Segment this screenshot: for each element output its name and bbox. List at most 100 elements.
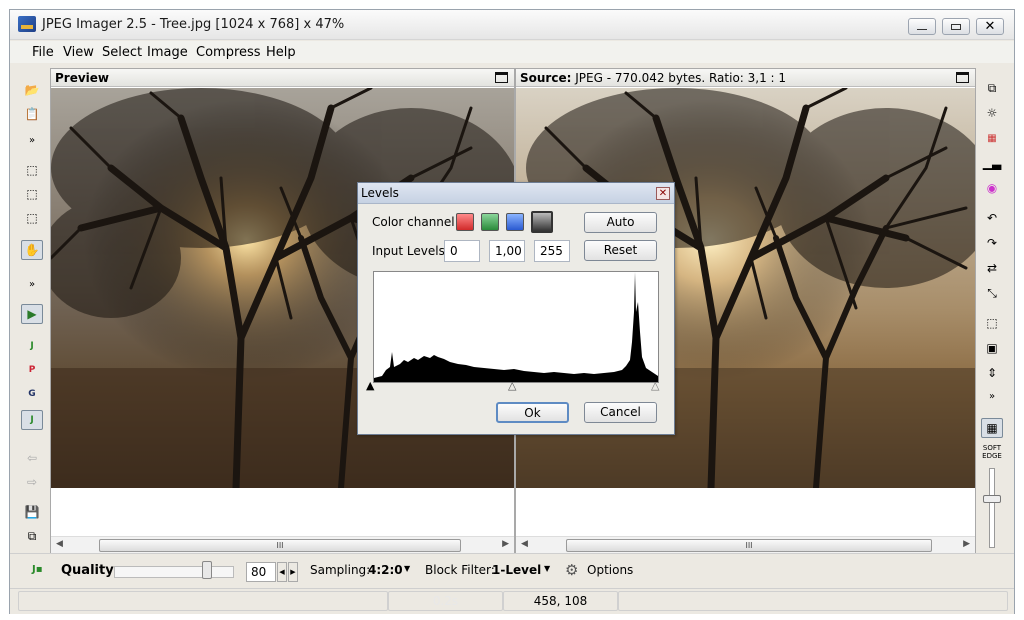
ok-button[interactable]: Ok [496, 402, 569, 423]
source-info: JPEG - 770.042 bytes. Ratio: 3,1 : 1 [575, 71, 787, 85]
quality-increase-icon[interactable]: ▶ [288, 562, 298, 582]
reset-button[interactable]: Reset [584, 240, 657, 261]
select-add-icon[interactable]: ⬚ [21, 184, 43, 204]
rotate-left-icon[interactable]: ↶ [981, 208, 1003, 228]
quality-slider-thumb[interactable] [202, 561, 212, 579]
status-bar: 0.2s 458, 108 [10, 588, 1014, 614]
flip-icon[interactable]: ⇄ [981, 258, 1003, 278]
window-title: JPEG Imager 2.5 - Tree.jpg [1024 x 768] … [42, 17, 345, 32]
maximize-pane-icon[interactable] [495, 72, 508, 83]
white-point-slider-icon[interactable]: △ [651, 379, 659, 392]
soft-edge-slider-track[interactable] [989, 468, 995, 548]
minimize-button[interactable] [908, 18, 936, 35]
back-icon[interactable]: ⇦ [21, 448, 43, 468]
select-subtract-icon[interactable]: ⬚ [21, 208, 43, 228]
status-cell [618, 591, 1008, 611]
preview-header: Preview [51, 69, 514, 87]
quality-input[interactable]: 80 [246, 562, 276, 582]
rotate-right-icon[interactable]: ↷ [981, 233, 1003, 253]
quality-label: Quality [61, 563, 114, 578]
fit-icon[interactable]: ⇕ [981, 363, 1003, 383]
black-point-slider-icon[interactable]: ▲ [366, 379, 374, 392]
maximize-button[interactable] [942, 18, 970, 35]
cancel-button[interactable]: Cancel [584, 402, 657, 423]
copy-icon[interactable]: ⧉ [21, 526, 43, 546]
chevron-down-icon[interactable]: ▼ [404, 564, 410, 573]
close-button[interactable]: ✕ [976, 18, 1004, 35]
app-window: JPEG Imager 2.5 - Tree.jpg [1024 x 768] … [9, 9, 1015, 614]
options-button[interactable]: Options [587, 563, 633, 577]
compress-preview-icon[interactable]: ▶ [21, 304, 43, 324]
scroll-right-icon[interactable]: ▶ [963, 539, 970, 549]
resize-icon[interactable]: ⤡ [981, 283, 1003, 303]
export-icon[interactable]: 💾 [21, 502, 43, 522]
color-balance-icon[interactable]: ▦ [981, 128, 1003, 148]
input-levels-label: Input Levels [372, 244, 445, 258]
input-black-field[interactable]: 0 [444, 240, 480, 262]
menu-file[interactable]: File [32, 45, 54, 60]
levels-dialog: Levels ✕ Color channel Auto Input Levels… [357, 182, 675, 435]
quality-decrease-icon[interactable]: ◀ [277, 562, 287, 582]
copy-image-icon[interactable]: ⧉ [981, 78, 1003, 98]
input-gamma-field[interactable]: 1,00 [489, 240, 525, 262]
block-filter-select[interactable]: 1-Level [492, 563, 541, 577]
scroll-thumb[interactable]: III [99, 539, 461, 552]
gear-icon[interactable]: ⚙ [565, 561, 578, 579]
close-icon[interactable]: ✕ [656, 187, 670, 200]
chevron-down-icon[interactable]: » [21, 130, 43, 150]
preview-horizontal-scrollbar[interactable]: ◀ III ▶ [51, 536, 514, 553]
scroll-right-icon[interactable]: ▶ [502, 539, 509, 549]
maximize-pane-icon[interactable] [956, 72, 969, 83]
open-folder-icon[interactable]: 📂 [21, 80, 43, 100]
sampling-label: Sampling: [310, 563, 371, 577]
soft-edge-icon[interactable]: ▦ [981, 418, 1003, 438]
menu-select[interactable]: Select [102, 45, 142, 60]
status-time: 0.2s [388, 591, 503, 611]
menu-bar: File View Select Image Compress Help [10, 41, 1014, 63]
image-icon[interactable]: ▣ [981, 338, 1003, 358]
select-arrow-icon[interactable]: ⬚ [21, 160, 43, 180]
scroll-left-icon[interactable]: ◀ [56, 539, 63, 549]
quality-slider-track[interactable] [114, 566, 234, 578]
histogram [373, 271, 659, 383]
preview-label: Preview [55, 71, 110, 85]
sampling-select[interactable]: 4:2:0 [368, 563, 403, 577]
left-toolbar: 📂 📋 » ⬚ ⬚ ⬚ ✋ » ▶ J P G J ⇦ ⇨ 💾 ⧉ [17, 68, 49, 556]
source-horizontal-scrollbar[interactable]: ◀ III ▶ [516, 536, 975, 553]
chevron-down-icon[interactable]: ▼ [544, 564, 550, 573]
gamma-slider-icon[interactable]: △ [508, 379, 516, 392]
scroll-thumb[interactable]: III [566, 539, 932, 552]
forward-icon[interactable]: ⇨ [21, 472, 43, 492]
green-channel-button[interactable] [481, 213, 499, 231]
red-channel-button[interactable] [456, 213, 474, 231]
color-wheel-icon[interactable]: ◉ [981, 178, 1003, 198]
auto-button[interactable]: Auto [584, 212, 657, 233]
menu-help[interactable]: Help [266, 45, 296, 60]
soft-edge-label: SOFT EDGE [982, 444, 1002, 460]
blue-channel-button[interactable] [506, 213, 524, 231]
scroll-left-icon[interactable]: ◀ [521, 539, 528, 549]
jpeg-quality-icon[interactable]: J [21, 410, 43, 430]
hand-tool-icon[interactable]: ✋ [21, 240, 43, 260]
status-cell [18, 591, 388, 611]
menu-view[interactable]: View [63, 45, 94, 60]
color-channel-label: Color channel [372, 215, 455, 229]
crop-icon[interactable]: ⬚ [981, 313, 1003, 333]
menu-image[interactable]: Image [147, 45, 188, 60]
menu-compress[interactable]: Compress [196, 45, 261, 60]
brightness-icon[interactable]: ☼ [981, 103, 1003, 123]
jpeg-quality-icon: J▪ [32, 564, 43, 575]
soft-edge-slider-thumb[interactable] [983, 495, 1001, 503]
chevron-down-icon[interactable]: » [21, 274, 43, 294]
gif-icon[interactable]: G [21, 384, 43, 404]
png-icon[interactable]: P [21, 360, 43, 380]
jpeg-icon[interactable]: J [21, 336, 43, 356]
rgb-channel-button[interactable] [531, 211, 553, 233]
input-white-field[interactable]: 255 [534, 240, 570, 262]
source-header: Source: JPEG - 770.042 bytes. Ratio: 3,1… [516, 69, 975, 87]
chevron-down-icon[interactable]: » [981, 386, 1003, 406]
compress-bar: J▪ Quality 80 ◀ ▶ Sampling: 4:2:0 ▼ Bloc… [10, 553, 1014, 587]
levels-icon[interactable]: ▁▃ [981, 153, 1003, 173]
paste-icon[interactable]: 📋 [21, 104, 43, 124]
levels-title: Levels [361, 186, 399, 200]
